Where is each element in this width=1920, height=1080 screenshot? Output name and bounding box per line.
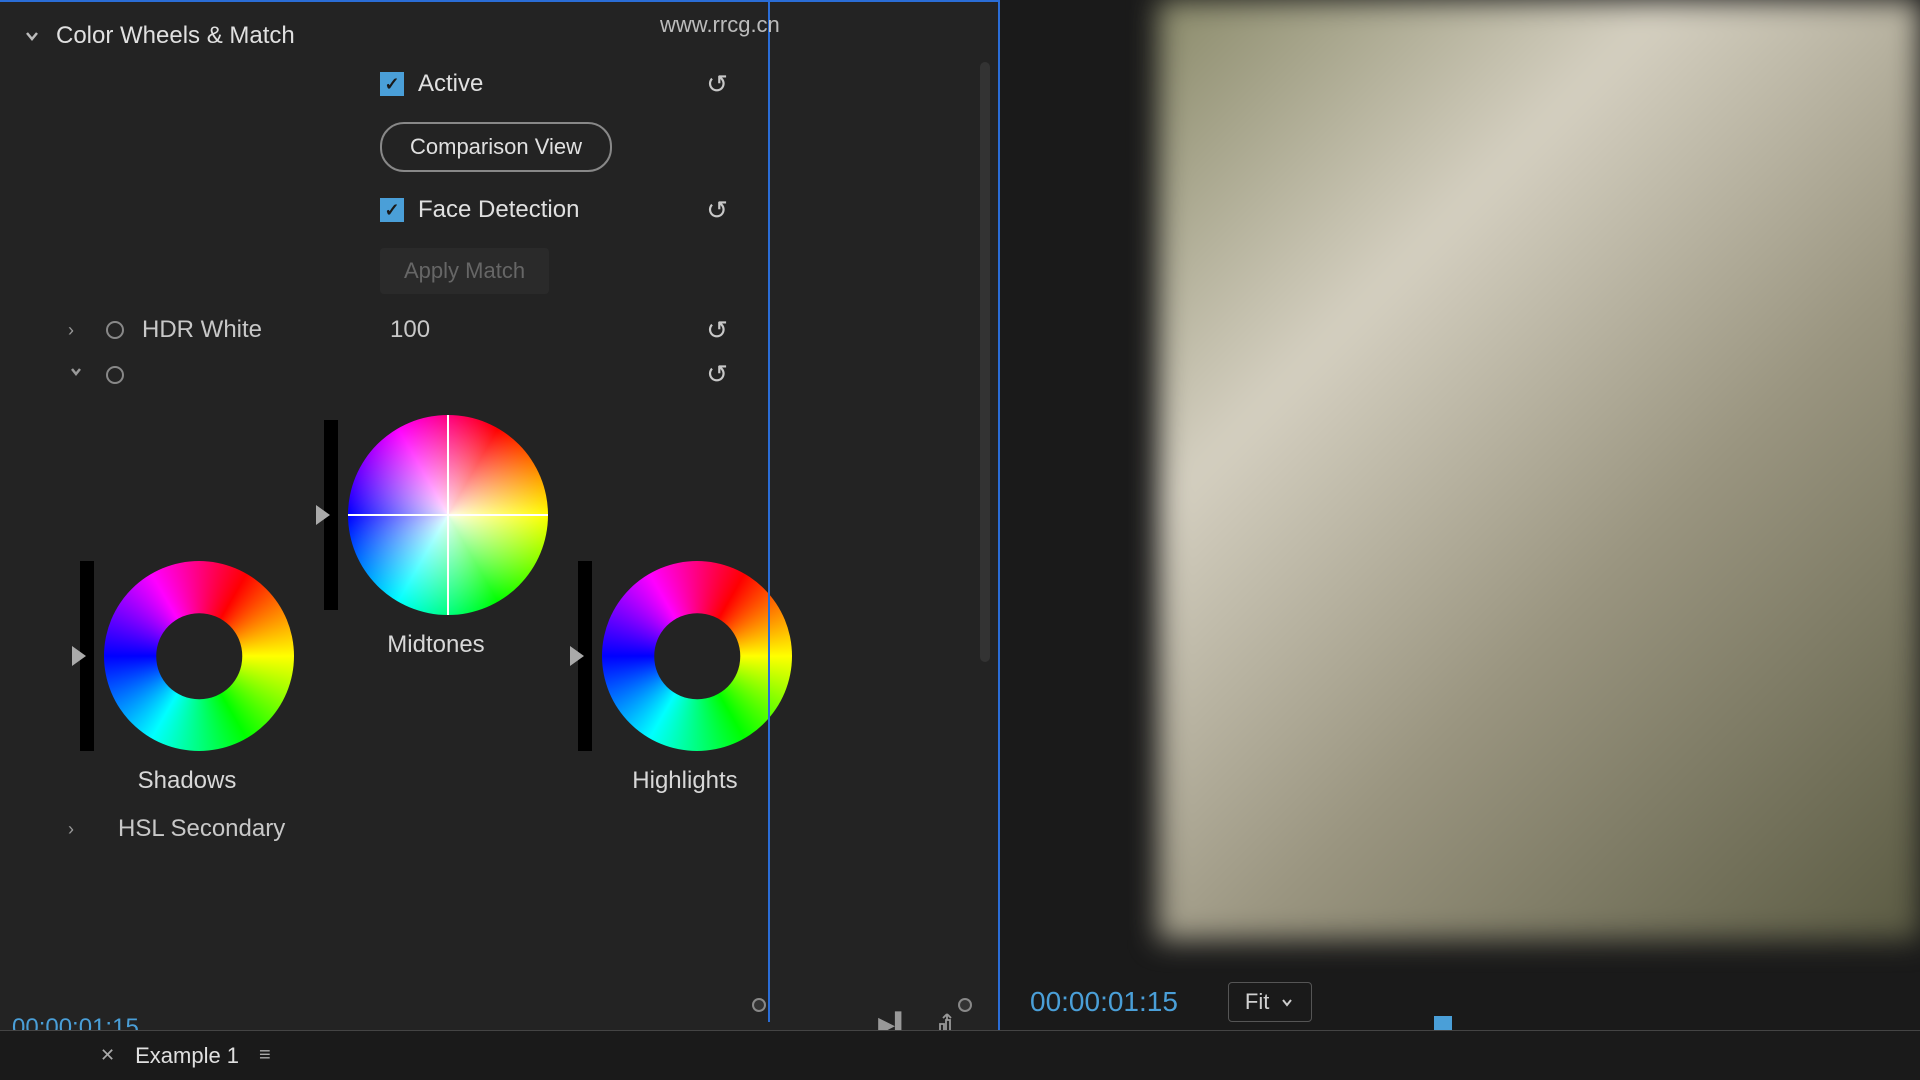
crosshair-icon bbox=[439, 506, 457, 524]
sequence-tab[interactable]: Example 1 bbox=[135, 1043, 239, 1069]
slider-handle-icon[interactable] bbox=[72, 646, 86, 666]
highlights-label: Highlights bbox=[632, 767, 737, 795]
panel-divider[interactable] bbox=[768, 2, 770, 1022]
midtones-luma-slider[interactable] bbox=[324, 420, 338, 610]
sequence-tab-bar: ✕ Example 1 ≡ bbox=[0, 1030, 1920, 1080]
shadows-luma-slider[interactable] bbox=[80, 561, 94, 751]
slider-handle-icon[interactable] bbox=[316, 505, 330, 525]
reset-icon[interactable]: ↺ bbox=[706, 69, 728, 100]
apply-match-button[interactable]: Apply Match bbox=[380, 248, 549, 294]
slider-handle-icon[interactable] bbox=[570, 646, 584, 666]
program-monitor-panel: 00:00:01:15 Fit bbox=[1000, 0, 1920, 1080]
highlights-luma-slider[interactable] bbox=[578, 561, 592, 751]
comparison-view-button[interactable]: Comparison View bbox=[380, 122, 612, 172]
active-label: Active bbox=[418, 70, 483, 98]
effect-controls-panel: Color Wheels & Match Active ↺ Comparison… bbox=[0, 0, 1000, 1080]
chevron-right-icon[interactable]: › bbox=[68, 819, 88, 840]
shadows-label: Shadows bbox=[138, 767, 237, 795]
monitor-timecode[interactable]: 00:00:01:15 bbox=[1030, 986, 1178, 1018]
chevron-down-icon[interactable] bbox=[68, 364, 88, 385]
scroll-handle-icon[interactable] bbox=[958, 998, 972, 1012]
zoom-level-label: Fit bbox=[1245, 989, 1269, 1015]
menu-icon[interactable]: ≡ bbox=[259, 1044, 271, 1067]
section-title: Color Wheels & Match bbox=[56, 22, 295, 50]
horizontal-scroll-track[interactable] bbox=[752, 998, 972, 1012]
face-detection-label: Face Detection bbox=[418, 196, 579, 224]
vertical-scrollbar[interactable] bbox=[980, 62, 990, 662]
hdr-white-label: HDR White bbox=[142, 316, 262, 344]
chevron-down-icon[interactable] bbox=[20, 24, 44, 48]
scroll-handle-icon[interactable] bbox=[752, 998, 766, 1012]
reset-icon[interactable]: ↺ bbox=[706, 359, 728, 390]
shadows-color-wheel[interactable] bbox=[104, 561, 294, 751]
keyframe-stopwatch-icon[interactable] bbox=[106, 366, 124, 384]
hsl-secondary-label: HSL Secondary bbox=[118, 815, 285, 843]
keyframe-stopwatch-icon[interactable] bbox=[106, 321, 124, 339]
face-detection-checkbox[interactable] bbox=[380, 198, 404, 222]
active-checkbox[interactable] bbox=[380, 72, 404, 96]
midtones-label: Midtones bbox=[387, 631, 484, 659]
watermark-url: www.rrcg.cn bbox=[660, 12, 780, 38]
reset-icon[interactable]: ↺ bbox=[706, 315, 728, 346]
reset-icon[interactable]: ↺ bbox=[706, 195, 728, 226]
zoom-level-selector[interactable]: Fit bbox=[1228, 982, 1312, 1022]
hdr-white-value[interactable]: 100 bbox=[390, 316, 430, 344]
highlights-color-wheel[interactable] bbox=[602, 561, 792, 751]
close-icon[interactable]: ✕ bbox=[100, 1045, 115, 1066]
chevron-right-icon[interactable]: › bbox=[68, 320, 88, 341]
video-preview[interactable] bbox=[1158, 0, 1920, 940]
midtones-color-wheel[interactable] bbox=[348, 415, 548, 615]
